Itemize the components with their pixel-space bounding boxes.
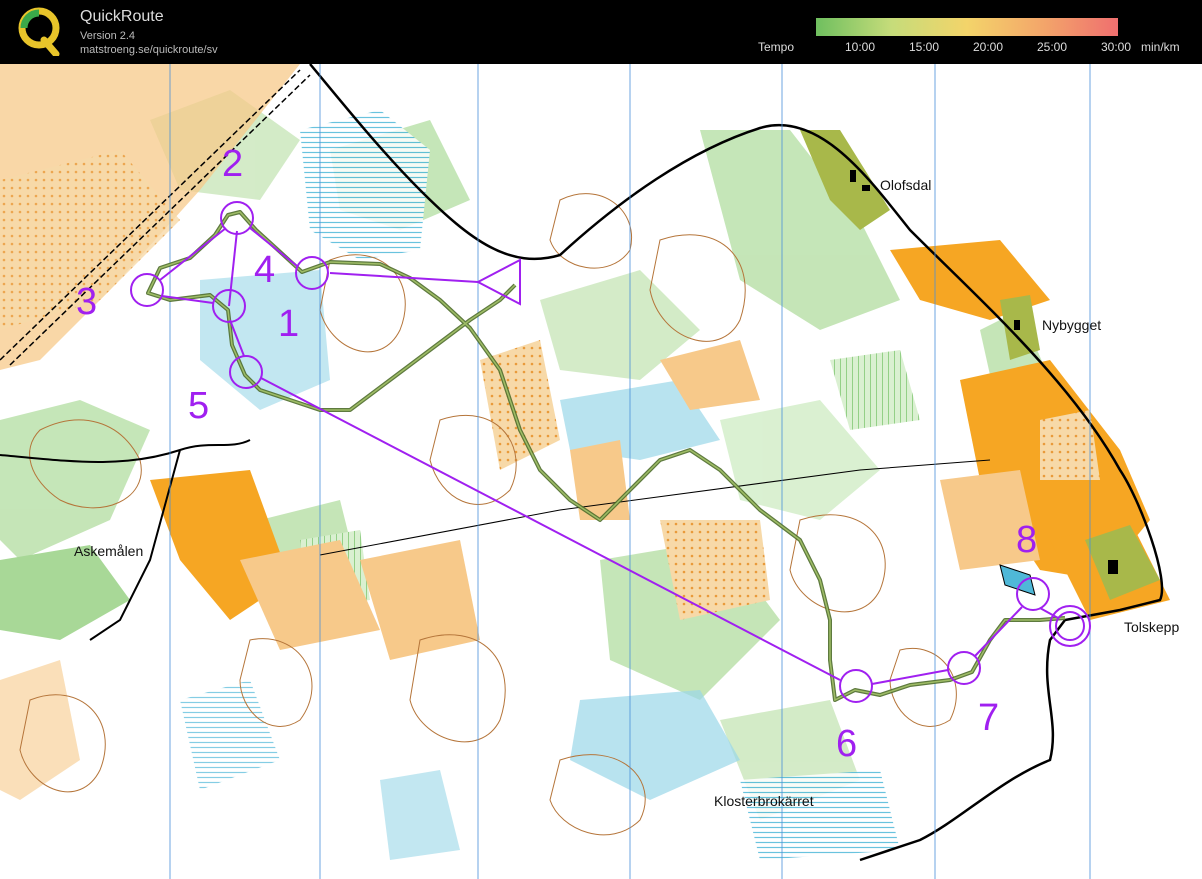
app-version: Version 2.4 <box>80 30 136 42</box>
app-name: QuickRoute <box>80 8 164 25</box>
place-name-askemalen: Askemålen <box>74 543 143 559</box>
place-name-nybygget: Nybygget <box>1042 317 1101 333</box>
control-number: 2 <box>222 143 243 185</box>
control-number: 8 <box>1016 519 1037 561</box>
app-header: QuickRoute Version 2.4 matstroeng.se/qui… <box>0 0 1202 64</box>
orienteering-map[interactable]: 2 4 3 1 5 8 7 6 Olofsdal Nybygget Askemå… <box>0 64 1202 879</box>
tempo-tick: 10:00 <box>845 40 876 54</box>
place-name-klosterbrokarret: Klosterbrokärret <box>714 793 814 809</box>
tempo-tick: 20:00 <box>973 40 1004 54</box>
tempo-tick: 15:00 <box>909 40 940 54</box>
tempo-tick: 30:00 <box>1101 40 1132 54</box>
quickroute-logo-icon <box>18 7 60 56</box>
tempo-color-scale <box>816 18 1118 36</box>
place-name-olofsdal: Olofsdal <box>880 177 931 193</box>
control-number: 3 <box>76 281 97 323</box>
tempo-tick: 25:00 <box>1037 40 1068 54</box>
control-number: 4 <box>254 249 275 291</box>
tempo-unit: min/km <box>1141 40 1180 54</box>
control-number: 6 <box>836 723 857 765</box>
app-url: matstroeng.se/quickroute/sv <box>80 44 218 56</box>
place-name-tolskepp: Tolskepp <box>1124 619 1179 635</box>
control-number: 5 <box>188 385 209 427</box>
control-number: 1 <box>278 303 299 345</box>
tempo-label: Tempo <box>758 40 795 54</box>
control-number: 7 <box>978 697 999 739</box>
